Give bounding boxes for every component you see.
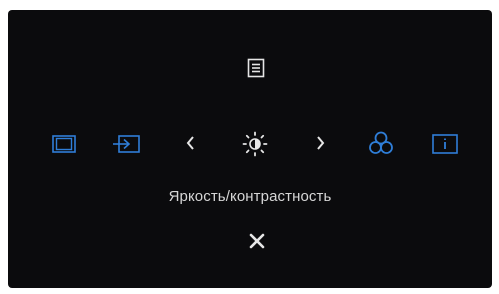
input-source-icon[interactable] [111,134,141,154]
brightness-icon[interactable] [241,130,269,158]
chevron-right-icon[interactable] [314,134,326,152]
info-icon[interactable] [432,134,458,154]
osd-panel: Яркость/контрастность [8,10,492,288]
color-icon[interactable] [367,129,395,157]
preset-modes-icon[interactable] [52,135,76,153]
chevron-left-icon[interactable] [185,134,197,152]
menu-icon[interactable] [247,58,265,78]
close-icon[interactable] [248,232,266,250]
osd-title: Яркость/контрастность [168,188,332,205]
